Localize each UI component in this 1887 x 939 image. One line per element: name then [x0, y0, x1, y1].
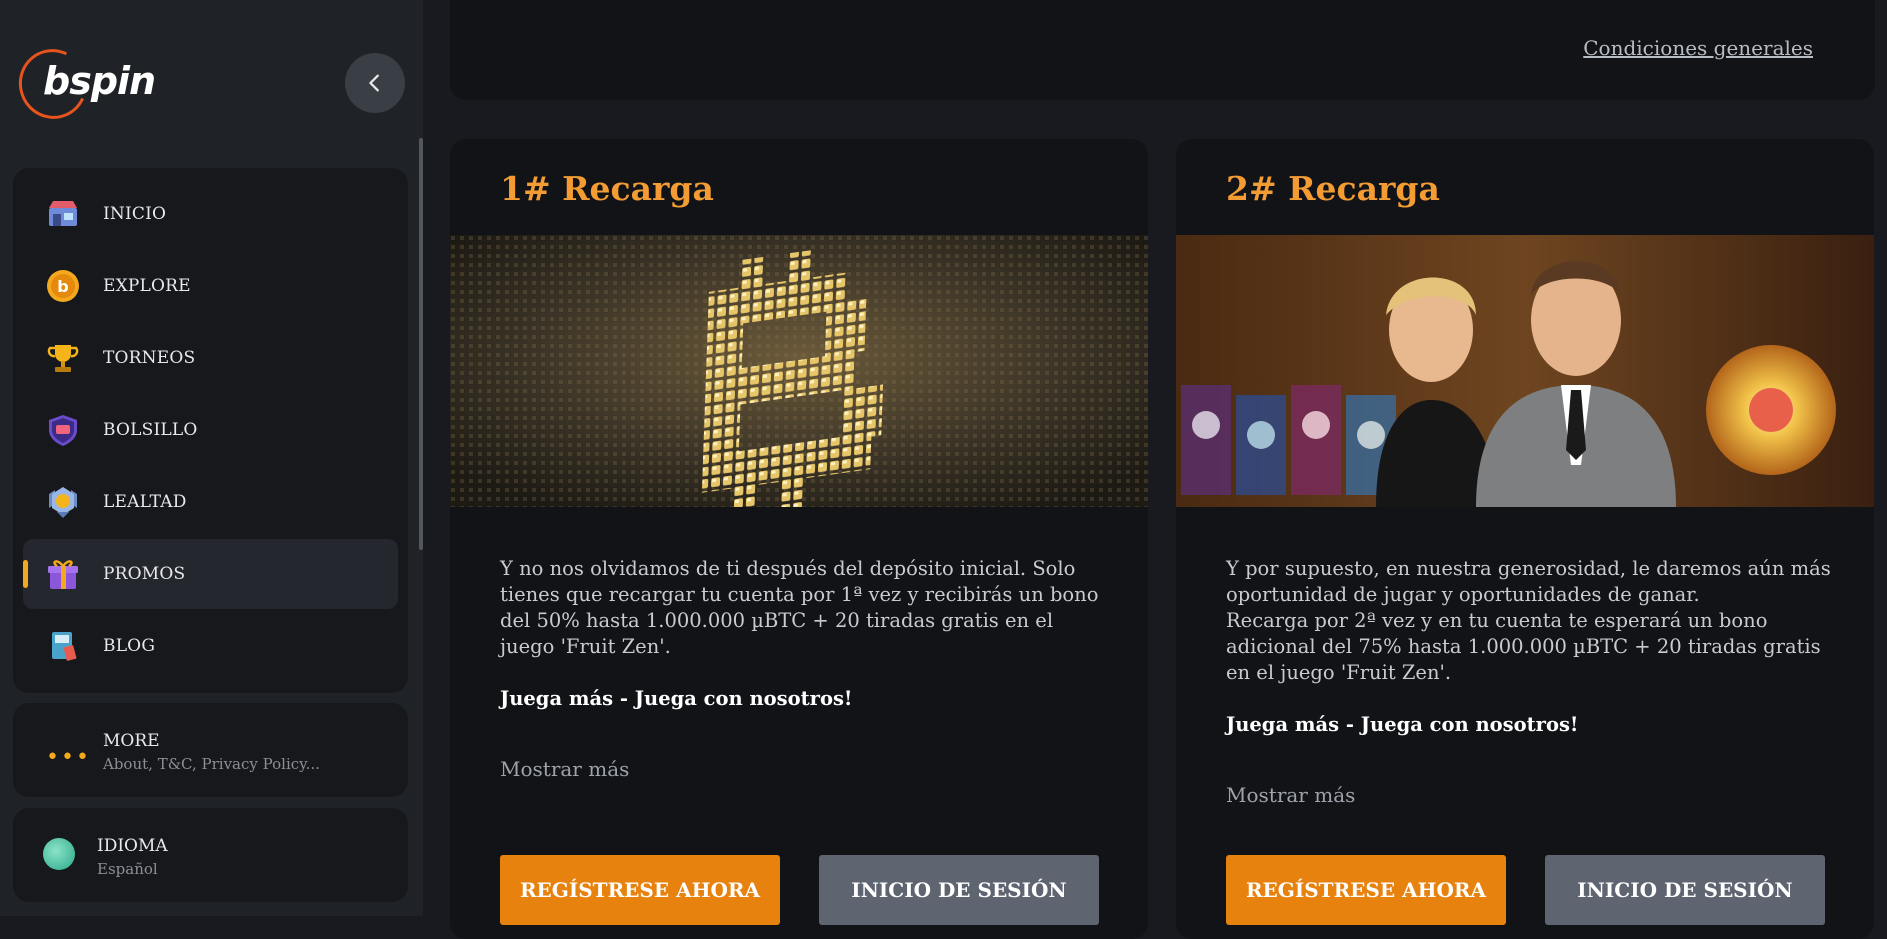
- promo-description: Y no nos olvidamos de ti después del dep…: [500, 556, 1108, 712]
- more-dots-icon: •••: [46, 745, 91, 770]
- sidebar-item-torneos[interactable]: TORNEOS: [23, 323, 398, 393]
- sidebar-item-inicio[interactable]: INICIO: [23, 179, 398, 249]
- promo-card: 2# Recarga Y por supuesto, en nuestra ge…: [1176, 139, 1874, 939]
- show-more-link[interactable]: Mostrar más: [1226, 783, 1355, 807]
- promo-banner-image: [1176, 235, 1874, 507]
- sidebar: bspin INICIO b EXPLORE TORNEOS BOLSILLO …: [0, 0, 423, 916]
- sidebar-item-lealtad[interactable]: LEALTAD: [23, 467, 398, 537]
- promo-title: 1# Recarga: [500, 169, 714, 208]
- more-menu[interactable]: ••• MORE About, T&C, Privacy Policy...: [13, 703, 408, 797]
- shop-icon: [45, 196, 81, 232]
- wallet-shield-icon: [45, 412, 81, 448]
- sidebar-item-bolsillo[interactable]: BOLSILLO: [23, 395, 398, 465]
- conditions-link[interactable]: Condiciones generales: [1583, 36, 1813, 60]
- promo-paragraph: Recarga por 2ª vez y en tu cuenta te esp…: [1226, 609, 1821, 684]
- sidebar-item-label: INICIO: [103, 204, 167, 224]
- collapse-sidebar-button[interactable]: [345, 53, 405, 113]
- gift-icon: [45, 556, 81, 592]
- language-value: Español: [97, 860, 158, 878]
- sidebar-scrollbar[interactable]: [419, 138, 423, 550]
- language-title: IDIOMA: [97, 836, 168, 856]
- sidebar-item-label: PROMOS: [103, 564, 186, 584]
- promo-title: 2# Recarga: [1226, 169, 1440, 208]
- register-button[interactable]: REGÍSTRESE AHORA: [500, 855, 780, 925]
- register-button[interactable]: REGÍSTRESE AHORA: [1226, 855, 1506, 925]
- sidebar-item-label: TORNEOS: [103, 348, 196, 368]
- promo-banner-image: [450, 235, 1148, 507]
- login-button[interactable]: INICIO DE SESIÓN: [1545, 855, 1825, 925]
- book-icon: [45, 628, 81, 664]
- bitcoin-coin-icon: b: [45, 268, 81, 304]
- sidebar-item-label: EXPLORE: [103, 276, 191, 296]
- loyalty-badge-icon: [45, 484, 81, 520]
- logo-text: bspin: [43, 59, 156, 103]
- top-bar: Condiciones generales: [450, 0, 1875, 100]
- login-button[interactable]: INICIO DE SESIÓN: [819, 855, 1099, 925]
- sidebar-item-blog[interactable]: BLOG: [23, 611, 398, 681]
- chevron-left-icon: [369, 74, 379, 92]
- sidebar-item-label: BOLSILLO: [103, 420, 198, 440]
- promo-card: 1# Recarga Y no nos olvidamos de ti desp…: [450, 139, 1148, 939]
- more-subtitle: About, T&C, Privacy Policy...: [103, 755, 320, 773]
- show-more-link[interactable]: Mostrar más: [500, 757, 629, 781]
- svg-text:b: b: [57, 277, 68, 296]
- language-selector[interactable]: IDIOMA Español: [13, 808, 408, 902]
- promo-paragraph: Y no nos olvidamos de ti después del dep…: [500, 557, 1099, 658]
- sidebar-item-promos[interactable]: PROMOS: [23, 539, 398, 609]
- bspin-logo[interactable]: bspin: [9, 39, 156, 129]
- promo-tagline: Juega más - Juega con nosotros!: [500, 687, 853, 710]
- trophy-icon: [45, 340, 81, 376]
- sidebar-item-label: BLOG: [103, 636, 156, 656]
- sidebar-item-label: LEALTAD: [103, 492, 187, 512]
- promo-paragraph: Y por supuesto, en nuestra generosidad, …: [1226, 557, 1831, 606]
- main-nav: INICIO b EXPLORE TORNEOS BOLSILLO LEALTA…: [13, 168, 408, 693]
- globe-icon: [43, 838, 75, 870]
- promo-tagline: Juega más - Juega con nosotros!: [1226, 713, 1579, 736]
- sidebar-item-explore[interactable]: b EXPLORE: [23, 251, 398, 321]
- more-title: MORE: [103, 731, 160, 751]
- promo-description: Y por supuesto, en nuestra generosidad, …: [1226, 556, 1834, 738]
